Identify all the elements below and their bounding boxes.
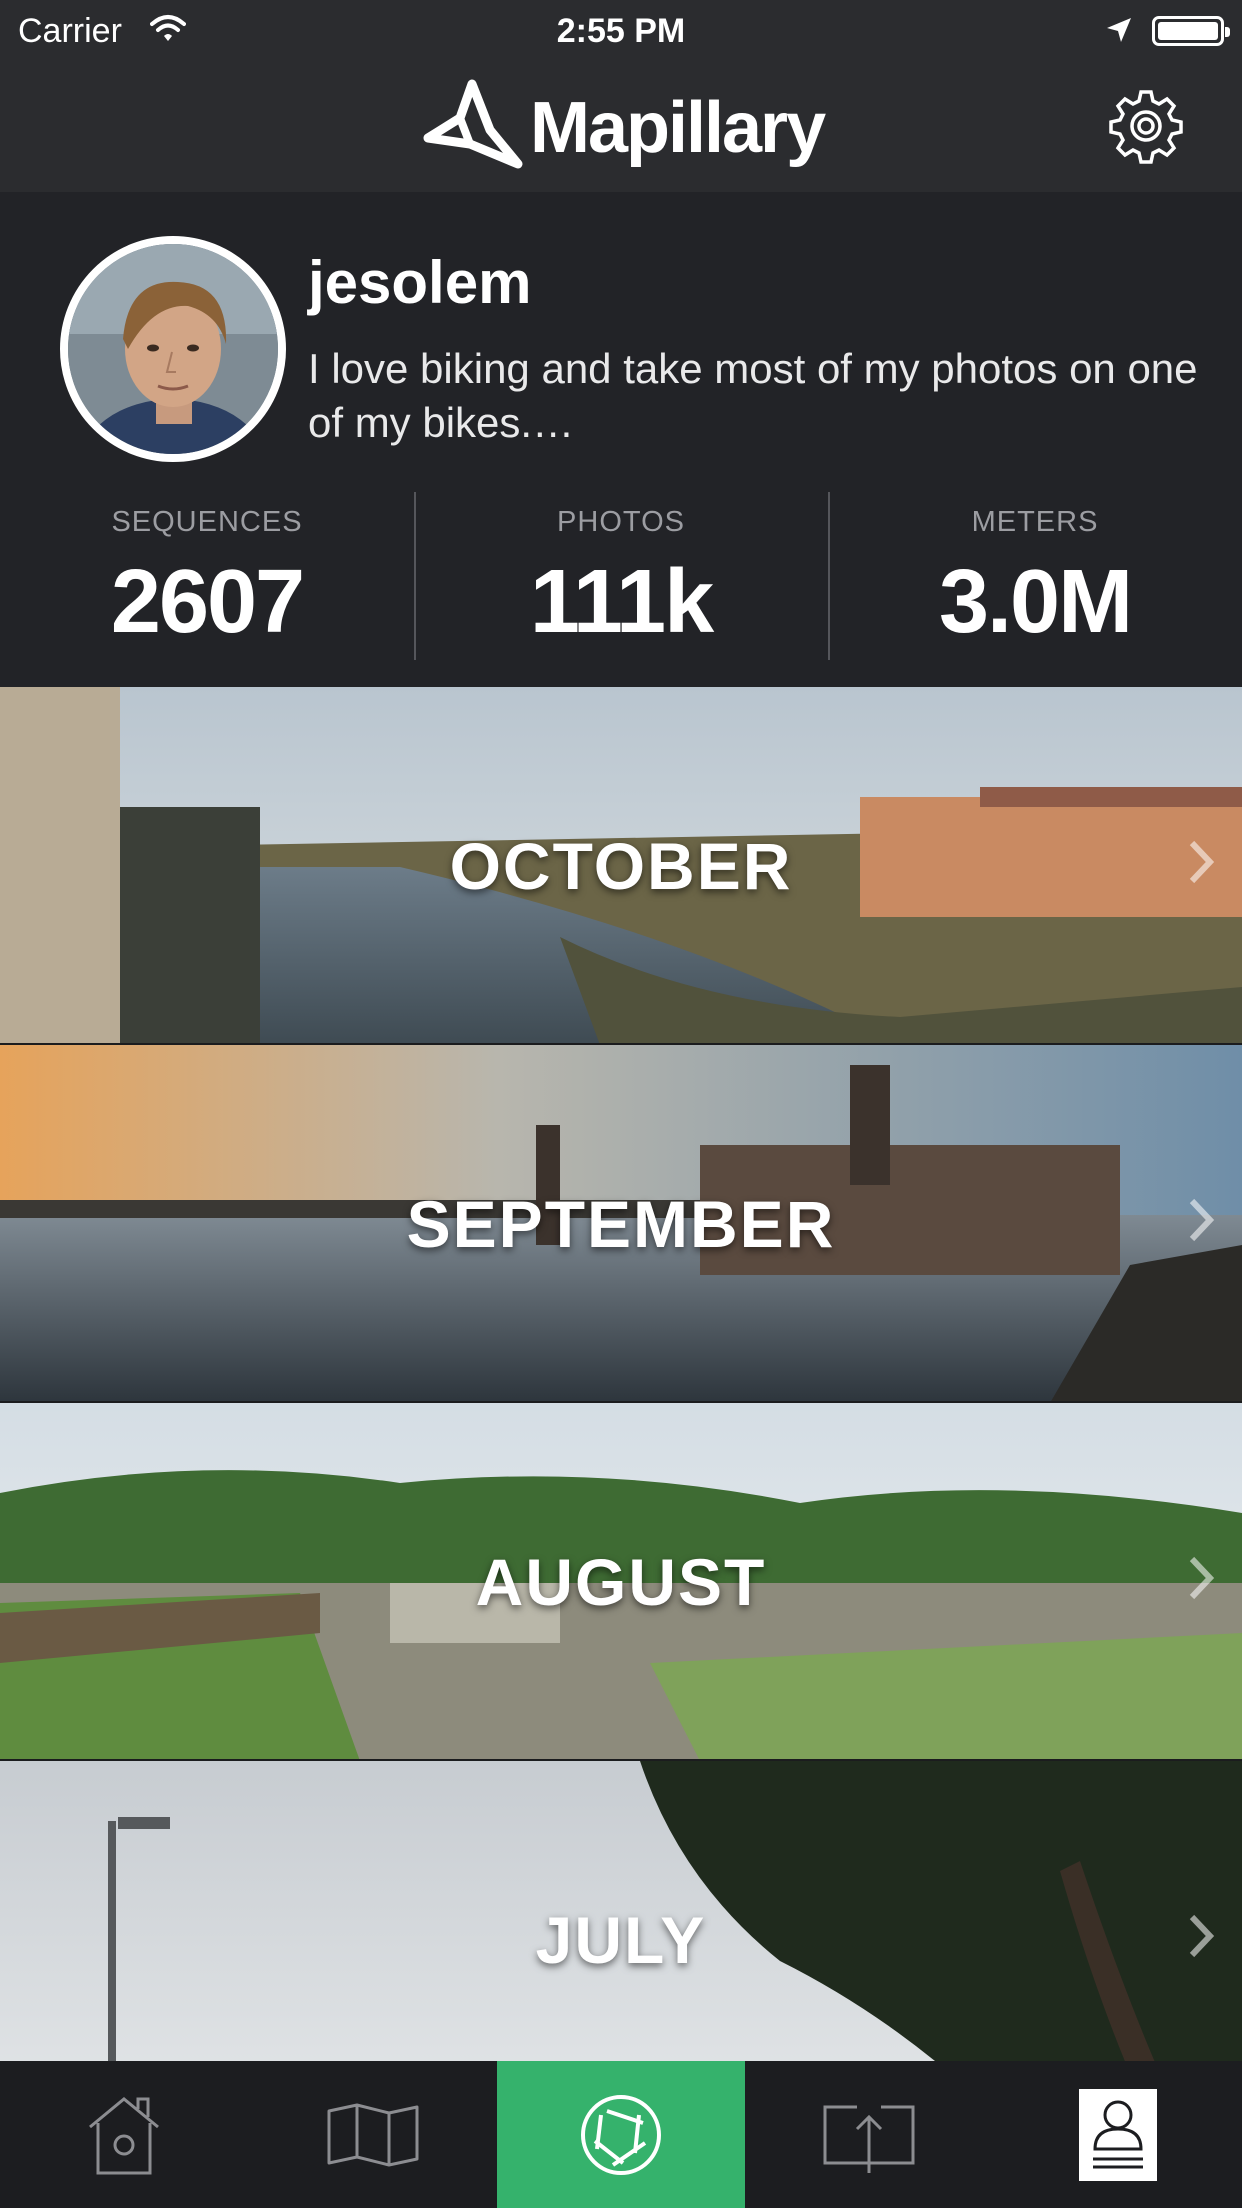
gear-icon[interactable] (1108, 88, 1184, 164)
battery-icon (1152, 16, 1230, 46)
month-row-september[interactable]: SEPTEMBER (0, 1045, 1242, 1403)
tab-home[interactable] (0, 2061, 248, 2208)
chevron-right-icon (1189, 1914, 1215, 1958)
month-label: JULY (535, 1903, 707, 1977)
stats-row: SEQUENCES 2607 PHOTOS 111k METERS 3.0M (0, 492, 1242, 662)
stat-value: 111k (529, 552, 714, 652)
avatar-photo (68, 244, 278, 454)
tab-bar (0, 2061, 1242, 2208)
chevron-right-icon (1189, 840, 1215, 884)
user-bio: I love biking and take most of my photos… (308, 345, 1198, 446)
tab-capture[interactable] (496, 2061, 746, 2208)
stat-meters[interactable]: METERS 3.0M (828, 492, 1242, 662)
brand-name: Mapillary (530, 88, 826, 168)
nav-bar: Mapillary (0, 62, 1242, 192)
profile-header: jesolem I love biking and take most of m… (0, 192, 1242, 687)
location-arrow-icon (1107, 18, 1131, 42)
map-icon (327, 2103, 419, 2166)
month-list: OCTOBER SEPTEMBER AUGUST JULY (0, 687, 1242, 2061)
home-icon (89, 2096, 160, 2174)
tab-upload[interactable] (745, 2061, 993, 2208)
month-label: OCTOBER (449, 829, 793, 903)
stat-value: 2607 (110, 552, 305, 652)
month-label: SEPTEMBER (406, 1187, 836, 1261)
mapillary-logo: Mapillary (420, 76, 826, 180)
status-time: 2:55 PM (556, 12, 686, 50)
chevron-right-icon (1189, 1556, 1215, 1600)
month-row-july[interactable]: JULY (0, 1761, 1242, 2061)
status-bar: Carrier 2:55 PM (0, 0, 1242, 62)
profile-tab-box (1078, 2088, 1157, 2181)
mapillary-logo-icon (423, 79, 523, 169)
avatar[interactable] (60, 236, 286, 462)
month-row-august[interactable]: AUGUST (0, 1403, 1242, 1761)
stat-sequences[interactable]: SEQUENCES 2607 (0, 492, 414, 662)
username: jesolem (308, 249, 532, 316)
upload-icon (823, 2105, 915, 2173)
month-row-october[interactable]: OCTOBER (0, 687, 1242, 1045)
tab-profile[interactable] (994, 2061, 1242, 2208)
stat-label: PHOTOS (557, 506, 685, 538)
stat-value: 3.0M (938, 552, 1133, 652)
chevron-right-icon (1189, 1198, 1215, 1242)
stat-label: METERS (971, 506, 1099, 538)
tab-map[interactable] (248, 2061, 496, 2208)
profile-icon (1092, 2100, 1143, 2168)
camera-shutter-icon (581, 2094, 662, 2175)
stat-photos[interactable]: PHOTOS 111k (414, 492, 828, 662)
month-label: AUGUST (475, 1545, 767, 1619)
stat-label: SEQUENCES (111, 506, 303, 538)
